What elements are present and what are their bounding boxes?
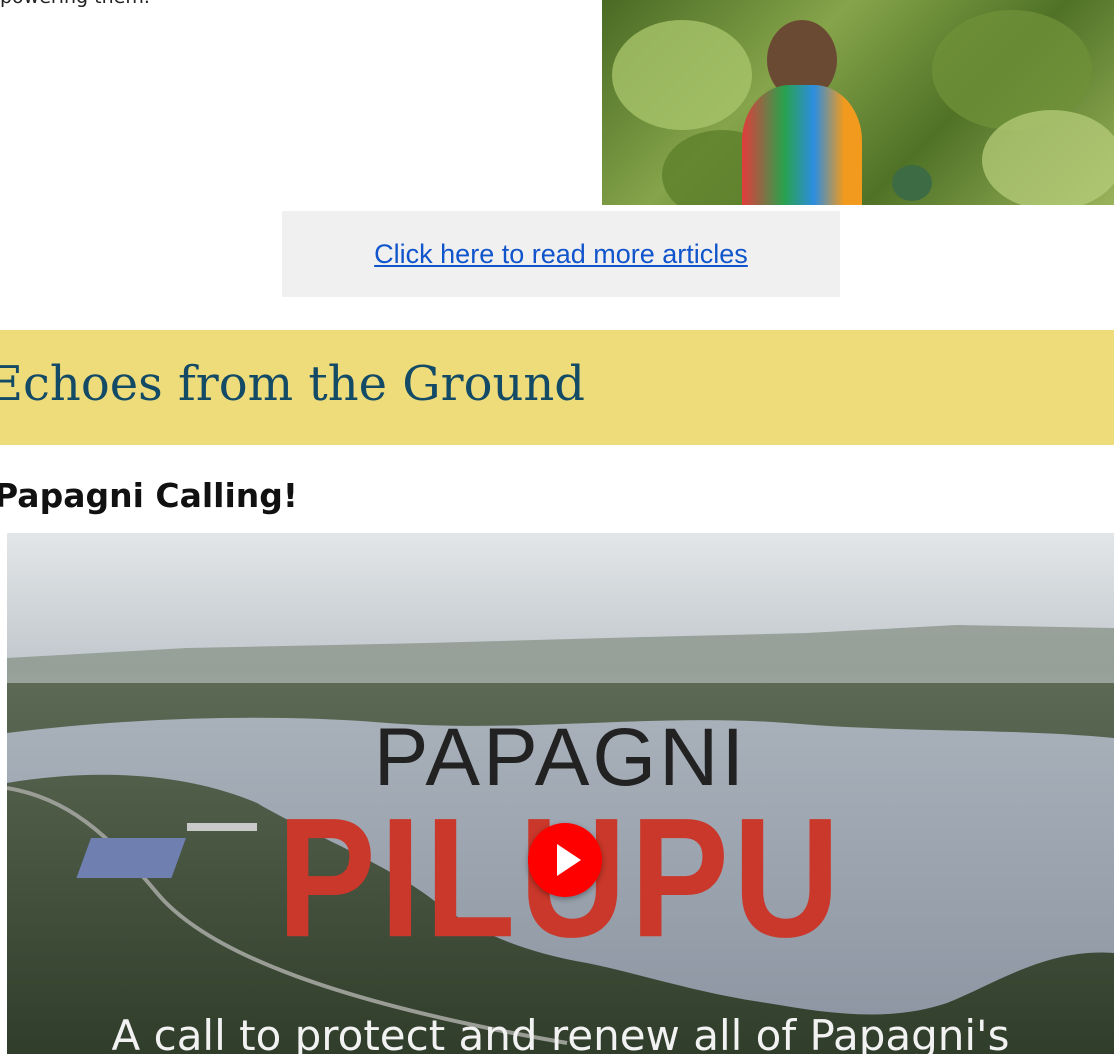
- video-player[interactable]: PAPAGNI PILUPU A call to protect and ren…: [7, 533, 1114, 1054]
- leaf-shape: [982, 110, 1114, 205]
- farmer-photo: [602, 0, 1114, 205]
- video-title: Papagni Calling!: [0, 476, 298, 515]
- leaf-shape: [612, 20, 752, 130]
- pumpkin: [892, 165, 932, 201]
- person-sari: [742, 85, 862, 205]
- play-button[interactable]: [528, 823, 602, 897]
- read-more-box: Click here to read more articles: [282, 211, 840, 297]
- read-more-link[interactable]: Click here to read more articles: [374, 239, 748, 270]
- thumbnail-caption: A call to protect and renew all of Papag…: [111, 1011, 1010, 1054]
- section-title: Echoes from the Ground: [0, 356, 586, 412]
- section-header-band: Echoes from the Ground: [0, 330, 1114, 445]
- article-intro-text: powering them.: [0, 0, 150, 8]
- play-icon: [557, 844, 581, 876]
